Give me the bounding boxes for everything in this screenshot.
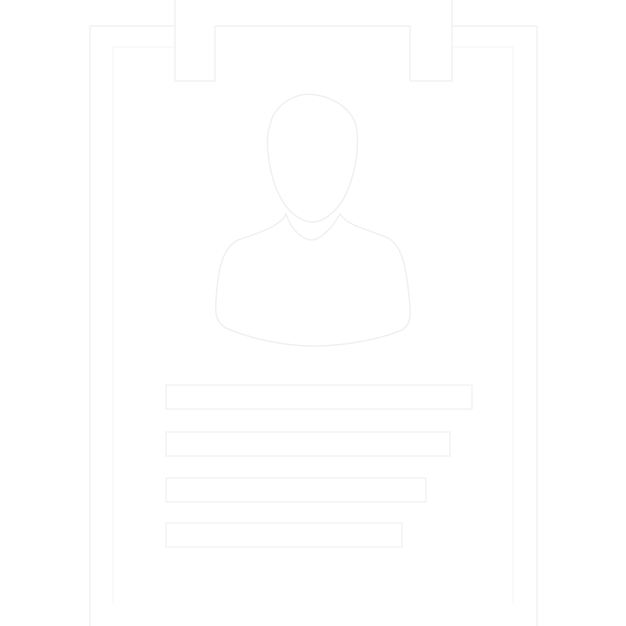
resume-text-line	[165, 477, 427, 503]
resume-clipboard-icon	[0, 0, 626, 626]
clipboard-clip	[174, 0, 453, 82]
avatar-head	[266, 93, 359, 223]
resume-clipboard-svg	[89, 0, 538, 626]
resume-text-line	[165, 384, 473, 410]
resume-text-line	[165, 431, 451, 457]
avatar-body	[214, 212, 412, 347]
resume-text-line	[165, 522, 403, 548]
